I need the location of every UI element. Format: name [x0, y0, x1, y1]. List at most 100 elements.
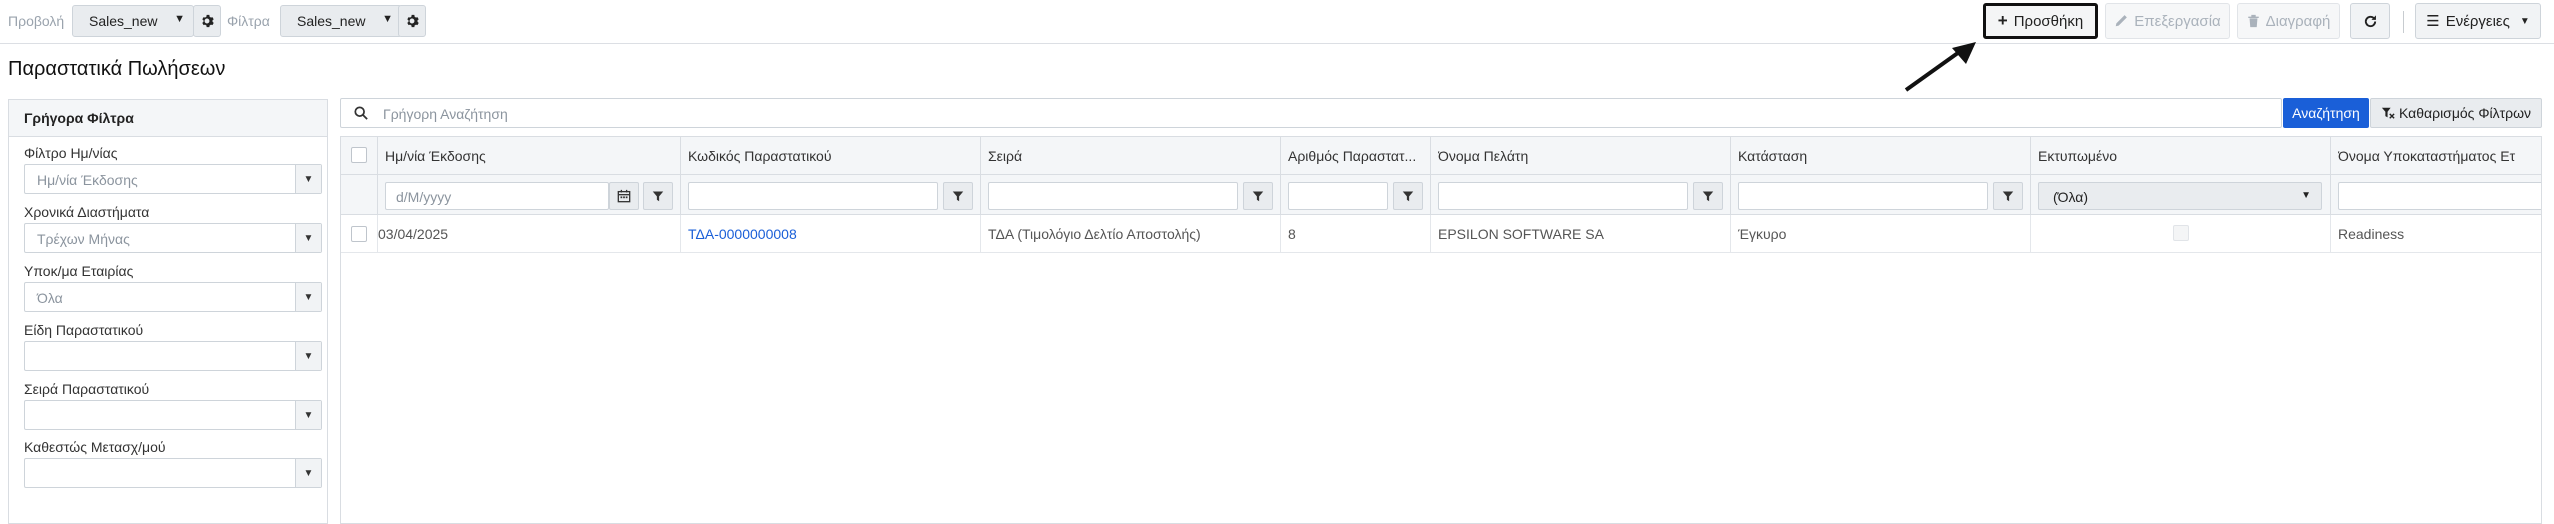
customer-name-filter-input[interactable]: [1438, 182, 1688, 210]
refresh-icon: [2364, 14, 2376, 27]
filter-company-branch-select[interactable]: Όλα ▼: [24, 282, 322, 312]
refresh-button[interactable]: [2350, 3, 2390, 39]
filter-document-types-label: Είδη Παραστατικού: [24, 322, 144, 338]
trash-icon: [2247, 14, 2259, 28]
clear-filters-button[interactable]: Καθαρισμός Φίλτρων: [2370, 98, 2542, 128]
filter-cell-issue-date: d/M/yyyy: [378, 175, 681, 214]
page-title: Παραστατικά Πωλήσεων: [8, 58, 226, 80]
filter-icon: [1702, 191, 1714, 202]
header-customer-name[interactable]: Όνομα Πελάτη: [1431, 137, 1731, 174]
search-button[interactable]: Αναζήτηση: [2283, 98, 2369, 128]
filter-cell-branch-name: [2331, 175, 2541, 214]
filter-transform-status-select[interactable]: ▼: [24, 458, 322, 488]
cell-branch-name: Readiness: [2338, 226, 2405, 242]
annotation-arrow-icon: [1904, 42, 1976, 92]
filter-icon: [952, 191, 964, 202]
clear-filters-label: Καθαρισμός Φίλτρων: [2398, 105, 2532, 121]
filter-cell-document-number: [1281, 175, 1431, 214]
filter-date-type-value: Ημ/νία Έκδοσης: [37, 172, 138, 188]
cell-printed: [2031, 215, 2331, 253]
header-status[interactable]: Κατάσταση: [1731, 137, 2031, 174]
document-code-filter-button[interactable]: [943, 182, 973, 210]
filter-time-period-select[interactable]: Τρέχων Μήνας ▼: [24, 223, 322, 253]
printed-filter-select[interactable]: (Όλα) ▼: [2038, 182, 2322, 210]
grid-filter-row: d/M/yyyy (Όλα) ▼: [341, 175, 2541, 215]
cell-customer-name: EPSILON SOFTWARE SA: [1431, 215, 1731, 253]
header-series[interactable]: Σειρά: [981, 137, 1281, 174]
calendar-icon: [617, 189, 631, 203]
header-document-number[interactable]: Αριθμός Παραστατ...: [1281, 137, 1431, 174]
document-code-link[interactable]: ΤΔΑ-0000000008: [688, 226, 797, 242]
filter-cell-document-code: [681, 175, 981, 214]
toolbar-separator: [2403, 11, 2404, 33]
row-checkbox[interactable]: [351, 226, 367, 242]
gear-icon: [202, 14, 214, 28]
gear-icon: [407, 14, 419, 28]
filter-icon: [652, 191, 664, 202]
filter-icon: [1402, 191, 1414, 202]
header-document-code[interactable]: Κωδικός Παραστατικού: [681, 137, 981, 174]
series-filter-button[interactable]: [1243, 182, 1273, 210]
filter-select-value: Sales_new: [297, 13, 366, 29]
chevron-down-icon: ▼: [295, 165, 321, 193]
chevron-down-icon: ▼: [2301, 190, 2311, 201]
documents-grid: Ημ/νία Έκδοσης Κωδικός Παραστατικού Σειρ…: [340, 136, 2542, 524]
document-code-filter-input[interactable]: [688, 182, 938, 210]
filter-date-type-select[interactable]: Ημ/νία Έκδοσης ▼: [24, 164, 322, 194]
pencil-icon: [2116, 15, 2128, 27]
filter-company-branch-value: Όλα: [37, 290, 63, 306]
edit-button-label: Επεξεργασία: [2134, 12, 2221, 30]
filter-clear-icon: [2381, 107, 2395, 119]
filter-cell-status: [1731, 175, 2031, 214]
filter-time-period-label: Χρονικά Διαστήματα: [24, 204, 150, 220]
menu-icon: ☰: [2426, 13, 2440, 30]
header-select-all-cell: [341, 137, 378, 174]
add-button[interactable]: + Προσθήκη: [1983, 3, 2098, 39]
status-filter-input[interactable]: [1738, 182, 1988, 210]
filter-row-spacer: [341, 175, 378, 214]
branch-name-filter-input[interactable]: [2338, 182, 2541, 210]
issue-date-filter-input[interactable]: d/M/yyyy: [385, 182, 609, 210]
view-select-value: Sales_new: [89, 13, 158, 29]
filter-select[interactable]: Sales_new ▼: [280, 5, 402, 37]
table-row[interactable]: 03/04/2025 ΤΔΑ-0000000008 ΤΔΑ (Τιμολόγιο…: [341, 215, 2541, 253]
filter-label: Φίλτρα: [227, 13, 270, 29]
filter-time-period-value: Τρέχων Μήνας: [37, 231, 130, 247]
view-label: Προβολή: [8, 13, 65, 29]
filter-company-branch-label: Υποκ/μα Εταιρίας: [24, 263, 134, 279]
row-select-cell: [341, 215, 378, 253]
filter-icon: [1252, 191, 1264, 202]
header-branch-name[interactable]: Όνομα Υποκαταστήματος Ετ: [2331, 137, 2541, 174]
chevron-down-icon: ▼: [295, 224, 321, 252]
status-filter-button[interactable]: [1993, 182, 2023, 210]
filter-settings-button[interactable]: [398, 5, 426, 37]
document-number-filter-input[interactable]: [1288, 182, 1388, 210]
series-filter-input[interactable]: [988, 182, 1238, 210]
chevron-down-icon: ▼: [295, 459, 321, 487]
date-picker-button[interactable]: [609, 182, 639, 210]
header-issue-date[interactable]: Ημ/νία Έκδοσης: [378, 137, 681, 174]
edit-button[interactable]: Επεξεργασία: [2105, 3, 2230, 39]
view-settings-button[interactable]: [193, 5, 221, 37]
cell-issue-date: 03/04/2025: [378, 215, 681, 253]
delete-button[interactable]: Διαγραφή: [2237, 3, 2340, 39]
document-number-filter-button[interactable]: [1393, 182, 1423, 210]
quick-search-input[interactable]: Γρήγορη Αναζήτηση: [340, 98, 2282, 128]
filter-transform-status-label: Καθεστώς Μετασχ/μού: [24, 439, 166, 455]
header-printed[interactable]: Εκτυπωμένο: [2031, 137, 2331, 174]
view-select[interactable]: Sales_new ▼: [72, 5, 194, 37]
quick-filters-panel: Γρήγορα Φίλτρα Φίλτρο Ημ/νίας Ημ/νία Έκδ…: [8, 99, 328, 524]
grid-header-row: Ημ/νία Έκδοσης Κωδικός Παραστατικού Σειρ…: [341, 137, 2541, 175]
filter-document-series-label: Σειρά Παραστατικού: [24, 381, 150, 397]
chevron-down-icon: ▼: [174, 13, 185, 25]
filter-document-series-select[interactable]: ▼: [24, 400, 322, 430]
actions-button[interactable]: ☰ Ενέργειες ▼: [2415, 3, 2541, 39]
filter-date-type-label: Φίλτρο Ημ/νίας: [24, 145, 118, 161]
issue-date-filter-button[interactable]: [643, 182, 673, 210]
chevron-down-icon: ▼: [295, 401, 321, 429]
select-all-checkbox[interactable]: [351, 147, 367, 163]
customer-name-filter-button[interactable]: [1693, 182, 1723, 210]
cell-series: ΤΔΑ (Τιμολόγιο Δελτίο Αποστολής): [981, 215, 1281, 253]
filter-document-types-select[interactable]: ▼: [24, 341, 322, 371]
cell-document-number: 8: [1281, 215, 1431, 253]
